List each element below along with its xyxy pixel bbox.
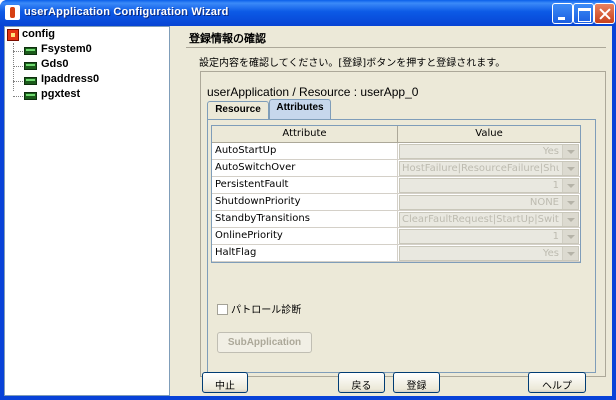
tree-item-gds0[interactable]: Gds0 bbox=[13, 58, 163, 73]
help-button[interactable]: ヘルプ bbox=[528, 372, 586, 393]
tree-item-label: pgxtest bbox=[41, 88, 81, 100]
maximize-button[interactable] bbox=[573, 3, 594, 24]
chevron-down-icon[interactable] bbox=[562, 196, 578, 209]
table-row: HaltFlag Yes bbox=[212, 245, 580, 262]
value-text: HostFailure|ResourceFailure|Shut... bbox=[402, 163, 559, 174]
tree-item-label: Ipaddress0 bbox=[41, 73, 100, 85]
resource-icon bbox=[24, 62, 37, 70]
attribute-cell: AutoStartUp bbox=[212, 143, 398, 159]
attribute-cell: ShutdownPriority bbox=[212, 194, 398, 210]
table-row: StandbyTransitions ClearFaultRequest|Sta… bbox=[212, 211, 580, 228]
attributes-tab-body: Attribute Value AutoStartUp Yes AutoSwit… bbox=[207, 119, 596, 373]
wizard-window: userApplication Configuration Wizard con… bbox=[0, 0, 616, 400]
title-divider bbox=[186, 47, 606, 48]
header-value[interactable]: Value bbox=[398, 126, 580, 142]
value-text: ClearFaultRequest|StartUp|Switch... bbox=[402, 214, 559, 225]
resource-icon bbox=[24, 77, 37, 85]
minimize-button[interactable] bbox=[552, 3, 573, 24]
title-bar[interactable]: userApplication Configuration Wizard bbox=[0, 0, 616, 26]
subapplication-button[interactable]: SubApplication bbox=[217, 332, 312, 353]
instructions-text: 設定内容を確認してください。[登録]ボタンを押すと登録されます。 bbox=[199, 58, 506, 69]
chevron-down-icon[interactable] bbox=[562, 162, 578, 175]
resource-icon bbox=[24, 92, 37, 100]
attribute-cell: PersistentFault bbox=[212, 177, 398, 193]
attributes-table: Attribute Value AutoStartUp Yes AutoSwit… bbox=[211, 125, 581, 263]
attribute-cell: HaltFlag bbox=[212, 245, 398, 261]
chevron-down-icon[interactable] bbox=[562, 230, 578, 243]
resource-panel: userApplication / Resource : userApp_0 R… bbox=[200, 71, 606, 377]
close-button[interactable] bbox=[594, 3, 615, 24]
patrol-diagnosis-checkbox[interactable] bbox=[217, 304, 228, 315]
abort-button[interactable]: 中止 bbox=[202, 372, 248, 393]
table-header: Attribute Value bbox=[212, 126, 580, 143]
value-dropdown[interactable]: 1 bbox=[399, 229, 579, 244]
value-dropdown[interactable]: Yes bbox=[399, 246, 579, 261]
value-text: 1 bbox=[552, 231, 559, 242]
chevron-down-icon[interactable] bbox=[562, 213, 578, 226]
register-button[interactable]: 登録 bbox=[393, 372, 440, 393]
window-title: userApplication Configuration Wizard bbox=[24, 6, 229, 18]
value-dropdown[interactable]: 1 bbox=[399, 178, 579, 193]
table-row: OnlinePriority 1 bbox=[212, 228, 580, 245]
value-text: NONE bbox=[529, 197, 559, 208]
back-button[interactable]: 戻る bbox=[338, 372, 385, 393]
table-row: AutoSwitchOver HostFailure|ResourceFailu… bbox=[212, 160, 580, 177]
value-dropdown[interactable]: NONE bbox=[399, 195, 579, 210]
tab-resource[interactable]: Resource bbox=[207, 101, 269, 119]
value-dropdown[interactable]: ClearFaultRequest|StartUp|Switch... bbox=[399, 212, 579, 227]
attribute-cell: OnlinePriority bbox=[212, 228, 398, 244]
attribute-cell: StandbyTransitions bbox=[212, 211, 398, 227]
header-attribute[interactable]: Attribute bbox=[212, 126, 398, 142]
resource-title: userApplication / Resource : userApp_0 bbox=[207, 85, 419, 99]
value-dropdown[interactable]: Yes bbox=[399, 144, 579, 159]
chevron-down-icon[interactable] bbox=[562, 247, 578, 260]
chevron-down-icon[interactable] bbox=[562, 145, 578, 158]
patrol-diagnosis-option[interactable]: パトロール診断 bbox=[217, 301, 301, 316]
patrol-diagnosis-label: パトロール診断 bbox=[231, 305, 302, 316]
value-dropdown[interactable]: HostFailure|ResourceFailure|Shut... bbox=[399, 161, 579, 176]
value-text: Yes bbox=[542, 248, 559, 259]
page-title: 登録情報の確認 bbox=[189, 32, 266, 45]
value-text: 1 bbox=[552, 180, 559, 191]
tree-item-label: Gds0 bbox=[41, 58, 69, 70]
tree-item-fsystem0[interactable]: Fsystem0 bbox=[13, 43, 163, 58]
java-app-icon bbox=[5, 5, 20, 20]
resource-icon bbox=[24, 47, 37, 55]
client-area: config Fsystem0 Gds0 Ipaddress0 pgxtest … bbox=[4, 26, 612, 396]
table-row: PersistentFault 1 bbox=[212, 177, 580, 194]
table-row: ShutdownPriority NONE bbox=[212, 194, 580, 211]
attribute-cell: AutoSwitchOver bbox=[212, 160, 398, 176]
table-row: AutoStartUp Yes bbox=[212, 143, 580, 160]
config-icon bbox=[7, 29, 19, 41]
config-tree: config Fsystem0 Gds0 Ipaddress0 pgxtest bbox=[4, 26, 170, 396]
tree-root-label: config bbox=[22, 28, 55, 40]
tab-attributes[interactable]: Attributes bbox=[269, 99, 331, 119]
tree-item-ipaddress0[interactable]: Ipaddress0 bbox=[13, 73, 163, 88]
chevron-down-icon[interactable] bbox=[562, 179, 578, 192]
value-text: Yes bbox=[542, 146, 559, 157]
tree-item-pgxtest[interactable]: pgxtest bbox=[13, 88, 163, 103]
tree-item-label: Fsystem0 bbox=[41, 43, 92, 55]
